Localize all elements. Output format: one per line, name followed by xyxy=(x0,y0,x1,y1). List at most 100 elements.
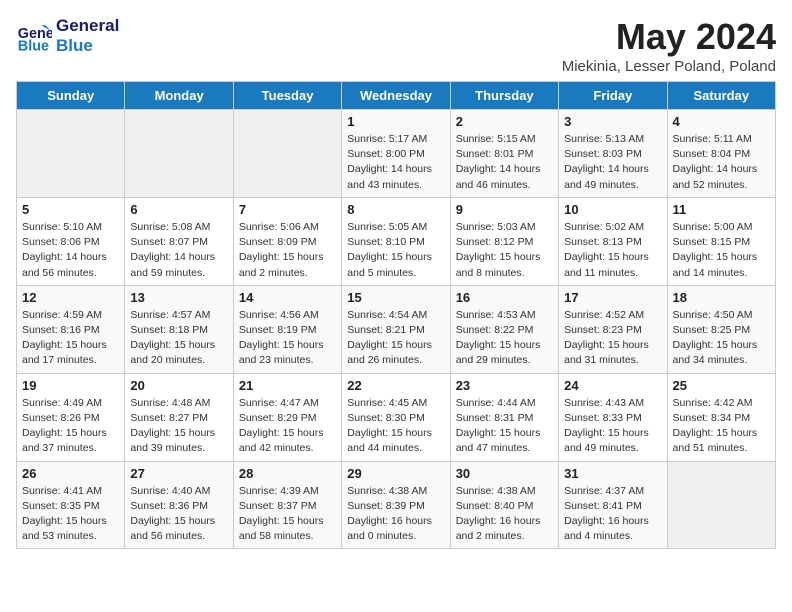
day-number: 19 xyxy=(22,378,119,393)
day-number: 18 xyxy=(673,290,770,305)
day-info: Sunrise: 4:44 AMSunset: 8:31 PMDaylight:… xyxy=(456,396,553,457)
day-number: 31 xyxy=(564,466,661,481)
month-title: May 2024 xyxy=(562,16,776,58)
calendar-cell xyxy=(233,110,341,198)
calendar-cell: 12 Sunrise: 4:59 AMSunset: 8:16 PMDayligh… xyxy=(17,285,125,373)
day-number: 16 xyxy=(456,290,553,305)
calendar-cell: 24 Sunrise: 4:43 AMSunset: 8:33 PMDayligh… xyxy=(559,373,667,461)
calendar-cell: 29 Sunrise: 4:38 AMSunset: 8:39 PMDayligh… xyxy=(342,461,450,549)
day-info: Sunrise: 4:37 AMSunset: 8:41 PMDaylight:… xyxy=(564,484,661,545)
day-info: Sunrise: 5:06 AMSunset: 8:09 PMDaylight:… xyxy=(239,220,336,281)
day-info: Sunrise: 5:00 AMSunset: 8:15 PMDaylight:… xyxy=(673,220,770,281)
calendar-cell: 14 Sunrise: 4:56 AMSunset: 8:19 PMDayligh… xyxy=(233,285,341,373)
day-number: 5 xyxy=(22,202,119,217)
day-info: Sunrise: 5:15 AMSunset: 8:01 PMDaylight:… xyxy=(456,132,553,193)
day-info: Sunrise: 5:03 AMSunset: 8:12 PMDaylight:… xyxy=(456,220,553,281)
day-info: Sunrise: 4:39 AMSunset: 8:37 PMDaylight:… xyxy=(239,484,336,545)
day-number: 20 xyxy=(130,378,227,393)
day-number: 24 xyxy=(564,378,661,393)
day-info: Sunrise: 4:43 AMSunset: 8:33 PMDaylight:… xyxy=(564,396,661,457)
day-info: Sunrise: 4:41 AMSunset: 8:35 PMDaylight:… xyxy=(22,484,119,545)
day-info: Sunrise: 4:48 AMSunset: 8:27 PMDaylight:… xyxy=(130,396,227,457)
calendar-cell: 3Sunrise: 5:13 AMSunset: 8:03 PMDaylight… xyxy=(559,110,667,198)
day-info: Sunrise: 5:05 AMSunset: 8:10 PMDaylight:… xyxy=(347,220,444,281)
calendar-cell: 2 Sunrise: 5:15 AMSunset: 8:01 PMDaylight… xyxy=(450,110,558,198)
calendar-cell: 11 Sunrise: 5:00 AMSunset: 8:15 PMDayligh… xyxy=(667,197,775,285)
logo-line2: Blue xyxy=(56,36,119,56)
day-info: Sunrise: 4:59 AMSunset: 8:16 PMDaylight:… xyxy=(22,308,119,369)
calendar-cell xyxy=(667,461,775,549)
day-number: 13 xyxy=(130,290,227,305)
calendar-cell: 15 Sunrise: 4:54 AMSunset: 8:21 PMDayligh… xyxy=(342,285,450,373)
day-info: Sunrise: 4:47 AMSunset: 8:29 PMDaylight:… xyxy=(239,396,336,457)
calendar-cell: 13 Sunrise: 4:57 AMSunset: 8:18 PMDayligh… xyxy=(125,285,233,373)
calendar-cell xyxy=(17,110,125,198)
day-info: Sunrise: 4:40 AMSunset: 8:36 PMDaylight:… xyxy=(130,484,227,545)
day-number: 17 xyxy=(564,290,661,305)
day-info: Sunrise: 4:45 AMSunset: 8:30 PMDaylight:… xyxy=(347,396,444,457)
calendar-cell: 9 Sunrise: 5:03 AMSunset: 8:12 PMDaylight… xyxy=(450,197,558,285)
day-number: 29 xyxy=(347,466,444,481)
day-info: Sunrise: 5:02 AMSunset: 8:13 PMDaylight:… xyxy=(564,220,661,281)
day-number: 11 xyxy=(673,202,770,217)
calendar-cell: 18 Sunrise: 4:50 AMSunset: 8:25 PMDayligh… xyxy=(667,285,775,373)
calendar-cell: 17Sunrise: 4:52 AMSunset: 8:23 PMDayligh… xyxy=(559,285,667,373)
day-number: 9 xyxy=(456,202,553,217)
calendar-cell: 6 Sunrise: 5:08 AMSunset: 8:07 PMDaylight… xyxy=(125,197,233,285)
day-info: Sunrise: 5:08 AMSunset: 8:07 PMDaylight:… xyxy=(130,220,227,281)
calendar-cell xyxy=(125,110,233,198)
day-info: Sunrise: 4:57 AMSunset: 8:18 PMDaylight:… xyxy=(130,308,227,369)
calendar-cell: 26Sunrise: 4:41 AMSunset: 8:35 PMDayligh… xyxy=(17,461,125,549)
day-info: Sunrise: 4:54 AMSunset: 8:21 PMDaylight:… xyxy=(347,308,444,369)
day-number: 21 xyxy=(239,378,336,393)
calendar-cell: 20 Sunrise: 4:48 AMSunset: 8:27 PMDayligh… xyxy=(125,373,233,461)
day-number: 8 xyxy=(347,202,444,217)
weekday-header: Saturday xyxy=(667,82,775,110)
day-number: 14 xyxy=(239,290,336,305)
location-subtitle: Miekinia, Lesser Poland, Poland xyxy=(562,58,776,75)
day-info: Sunrise: 4:42 AMSunset: 8:34 PMDaylight:… xyxy=(673,396,770,457)
day-number: 4 xyxy=(673,114,770,129)
day-info: Sunrise: 4:53 AMSunset: 8:22 PMDaylight:… xyxy=(456,308,553,369)
calendar-cell: 31 Sunrise: 4:37 AMSunset: 8:41 PMDayligh… xyxy=(559,461,667,549)
day-number: 12 xyxy=(22,290,119,305)
calendar-cell: 16 Sunrise: 4:53 AMSunset: 8:22 PMDayligh… xyxy=(450,285,558,373)
title-block: May 2024 Miekinia, Lesser Poland, Poland xyxy=(562,16,776,75)
weekday-header: Wednesday xyxy=(342,82,450,110)
calendar-cell: 25 Sunrise: 4:42 AMSunset: 8:34 PMDayligh… xyxy=(667,373,775,461)
calendar-cell: 8 Sunrise: 5:05 AMSunset: 8:10 PMDaylight… xyxy=(342,197,450,285)
day-number: 6 xyxy=(130,202,227,217)
day-info: Sunrise: 5:13 AMSunset: 8:03 PMDaylight:… xyxy=(564,132,661,193)
day-info: Sunrise: 5:10 AMSunset: 8:06 PMDaylight:… xyxy=(22,220,119,281)
day-info: Sunrise: 4:38 AMSunset: 8:40 PMDaylight:… xyxy=(456,484,553,545)
day-info: Sunrise: 4:49 AMSunset: 8:26 PMDaylight:… xyxy=(22,396,119,457)
calendar-header: SundayMondayTuesdayWednesdayThursdayFrid… xyxy=(17,82,776,110)
day-number: 2 xyxy=(456,114,553,129)
day-info: Sunrise: 4:38 AMSunset: 8:39 PMDaylight:… xyxy=(347,484,444,545)
calendar-cell: 27 Sunrise: 4:40 AMSunset: 8:36 PMDayligh… xyxy=(125,461,233,549)
calendar-cell: 1Sunrise: 5:17 AMSunset: 8:00 PMDaylight… xyxy=(342,110,450,198)
logo-icon: General Blue xyxy=(16,18,52,54)
svg-text:Blue: Blue xyxy=(18,38,49,54)
day-info: Sunrise: 4:50 AMSunset: 8:25 PMDaylight:… xyxy=(673,308,770,369)
logo-line1: General xyxy=(56,16,119,36)
day-info: Sunrise: 4:56 AMSunset: 8:19 PMDaylight:… xyxy=(239,308,336,369)
weekday-header: Sunday xyxy=(17,82,125,110)
calendar-cell: 23 Sunrise: 4:44 AMSunset: 8:31 PMDayligh… xyxy=(450,373,558,461)
weekday-header: Thursday xyxy=(450,82,558,110)
weekday-header: Tuesday xyxy=(233,82,341,110)
day-info: Sunrise: 5:11 AMSunset: 8:04 PMDaylight:… xyxy=(673,132,770,193)
day-number: 10 xyxy=(564,202,661,217)
calendar-cell: 10 Sunrise: 5:02 AMSunset: 8:13 PMDayligh… xyxy=(559,197,667,285)
day-number: 28 xyxy=(239,466,336,481)
calendar-table: SundayMondayTuesdayWednesdayThursdayFrid… xyxy=(16,81,776,549)
day-number: 15 xyxy=(347,290,444,305)
logo: General Blue General Blue xyxy=(16,16,119,56)
page-header: General Blue General Blue May 2024 Mieki… xyxy=(16,16,776,75)
calendar-cell: 30Sunrise: 4:38 AMSunset: 8:40 PMDayligh… xyxy=(450,461,558,549)
day-number: 23 xyxy=(456,378,553,393)
day-number: 25 xyxy=(673,378,770,393)
day-info: Sunrise: 5:17 AMSunset: 8:00 PMDaylight:… xyxy=(347,132,444,193)
day-number: 27 xyxy=(130,466,227,481)
calendar-cell: 21 Sunrise: 4:47 AMSunset: 8:29 PMDayligh… xyxy=(233,373,341,461)
